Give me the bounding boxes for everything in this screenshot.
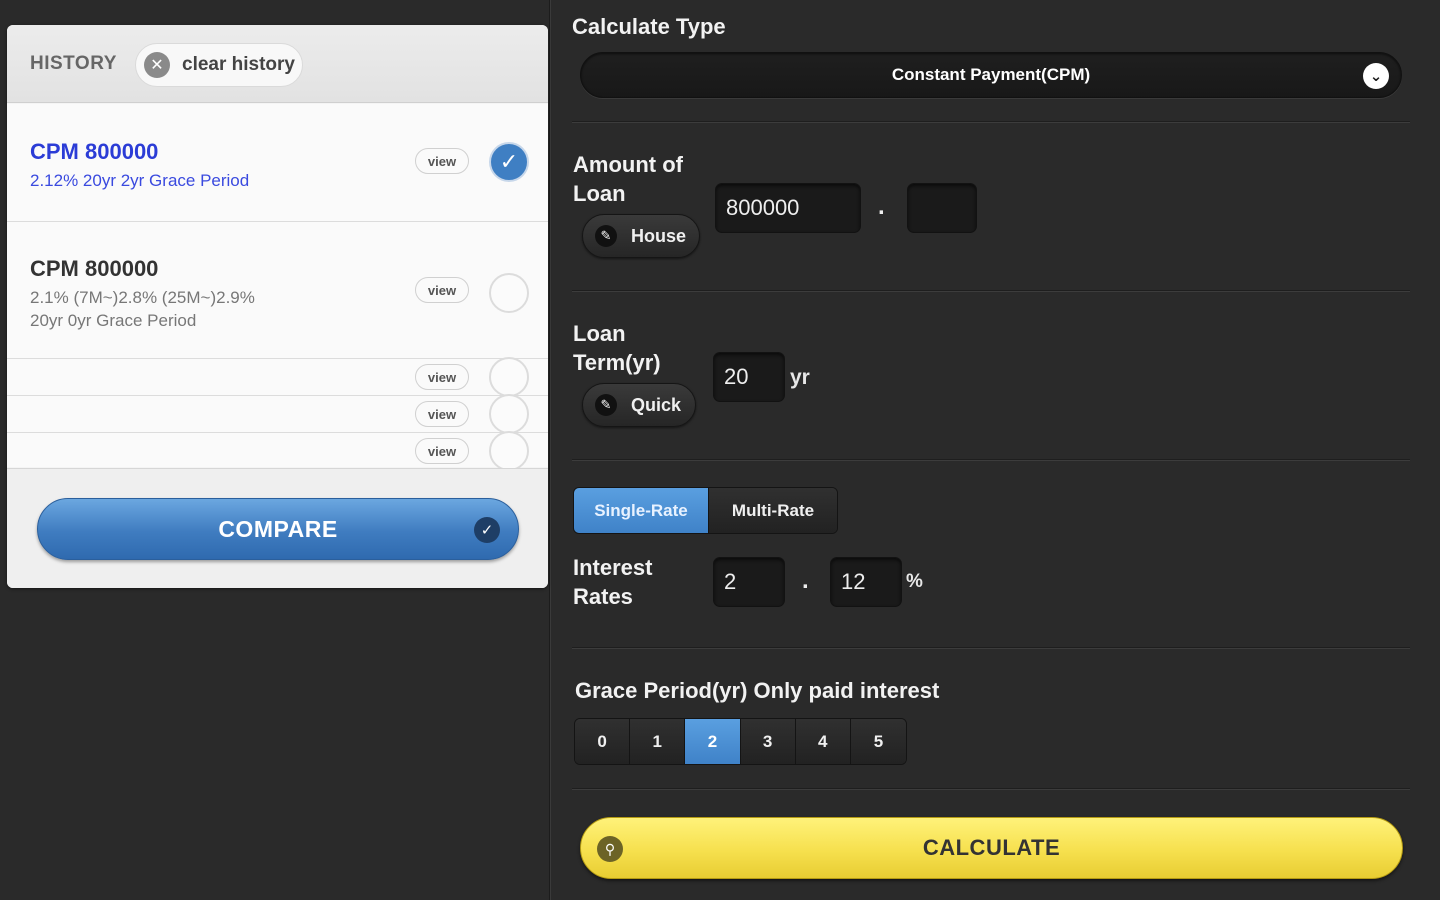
history-item[interactable]: view [7,431,548,471]
section-divider [572,290,1410,292]
amount-label: Amount of Loan [573,150,683,208]
term-input[interactable]: 20 [713,352,785,402]
compare-button[interactable]: COMPARE ✓ [37,498,519,560]
view-button[interactable]: view [415,148,469,174]
rate-label-line1: Interest [573,555,653,580]
decimal-separator: . [878,193,885,220]
calc-type-label: Calculate Type [572,14,726,39]
checkmark-icon: ✓ [474,517,500,543]
history-item-term: 20yr 0yr Grace Period [30,311,197,330]
section-divider [572,459,1410,461]
pencil-icon: ✎ [595,394,617,416]
history-item[interactable]: view [7,357,548,397]
close-circle-icon: ✕ [144,52,170,78]
compare-label: COMPARE [218,515,338,542]
amount-label-line2: Loan [573,181,626,206]
calc-type-value: Constant Payment(CPM) [891,65,1091,84]
history-list: CPM 800000 2.12% 20yr 2yr Grace Period v… [7,104,548,471]
view-button[interactable]: view [415,277,469,303]
house-preset-label: House [631,225,687,246]
quick-preset-label: Quick [631,394,682,415]
amount-decimal-input[interactable] [907,183,977,233]
grace-option-2[interactable]: 2 [685,719,741,764]
calc-type-select[interactable]: Constant Payment(CPM) ⌄ [580,52,1402,98]
tab-single-rate[interactable]: Single-Rate [574,488,708,533]
loan-form: Calculate Type Constant Payment(CPM) ⌄ A… [552,0,1440,900]
history-header: HISTORY ✕ clear history [7,25,548,103]
history-title: HISTORY [30,53,117,74]
pencil-icon: ✎ [595,225,617,247]
history-item-rates: 2.1% (7M~)2.8% (25M~)2.9% [30,288,255,307]
grace-label: Grace Period(yr) Only paid interest [575,678,940,703]
amount-input[interactable]: 800000 [715,183,861,233]
grace-option-3[interactable]: 3 [740,719,796,764]
compare-area: COMPARE ✓ [7,468,548,588]
house-preset-button[interactable]: ✎ House [582,214,700,258]
history-item[interactable]: view [7,394,548,434]
term-label-line1: Loan [573,321,626,346]
select-checkbox[interactable] [489,431,529,471]
history-item-subtitle: 2.12% 20yr 2yr Grace Period [30,171,250,190]
section-divider [572,121,1410,123]
history-item[interactable]: CPM 800000 2.1% (7M~)2.8% (25M~)2.9% 20y… [7,222,548,359]
tab-multi-rate[interactable]: Multi-Rate [707,488,837,533]
chevron-down-icon: ⌄ [1363,63,1389,89]
grace-option-4[interactable]: 4 [795,719,851,764]
amount-label-line1: Amount of [573,152,683,177]
rate-type-tabs: Single-Rate Multi-Rate [573,487,838,534]
rate-label-line2: Rates [573,584,633,609]
history-item[interactable]: CPM 800000 2.12% 20yr 2yr Grace Period v… [7,104,548,222]
quick-preset-button[interactable]: ✎ Quick [582,383,696,427]
section-divider [572,647,1410,649]
grace-option-5[interactable]: 5 [850,719,906,764]
grace-period-selector: 0 1 2 3 4 5 [574,718,907,765]
rate-int-input[interactable]: 2 [713,557,785,607]
rate-unit: % [906,571,923,592]
calculate-label: CALCULATE [922,835,1061,860]
select-checkbox[interactable]: ✓ [489,142,529,182]
rate-frac-input[interactable]: 12 [830,557,902,607]
history-item-title: CPM 800000 [30,256,159,281]
clear-history-label: clear history [182,54,295,75]
select-checkbox[interactable] [489,273,529,313]
rate-separator: . [802,567,809,594]
history-item-title: CPM 800000 [30,139,159,164]
select-checkbox[interactable] [489,357,529,397]
history-item-subtitle: 2.1% (7M~)2.8% (25M~)2.9% 20yr 0yr Grace… [30,286,255,332]
view-button[interactable]: view [415,438,469,464]
term-unit: yr [790,366,810,389]
panel-divider [549,0,551,900]
rate-label: Interest Rates [573,553,652,611]
term-label-line2: Term(yr) [573,350,661,375]
grace-option-0[interactable]: 0 [575,719,631,764]
view-button[interactable]: view [415,401,469,427]
clear-history-button[interactable]: ✕ clear history [135,43,303,87]
search-icon: ⚲ [597,836,623,862]
section-divider [572,788,1410,790]
checkmark-icon: ✓ [499,149,519,174]
view-button[interactable]: view [415,364,469,390]
term-label: Loan Term(yr) [573,319,661,377]
history-panel: HISTORY ✕ clear history CPM 800000 2.12%… [7,25,548,588]
calculate-button[interactable]: ⚲ CALCULATE [580,817,1403,879]
grace-option-1[interactable]: 1 [630,719,686,764]
select-checkbox[interactable] [489,394,529,434]
